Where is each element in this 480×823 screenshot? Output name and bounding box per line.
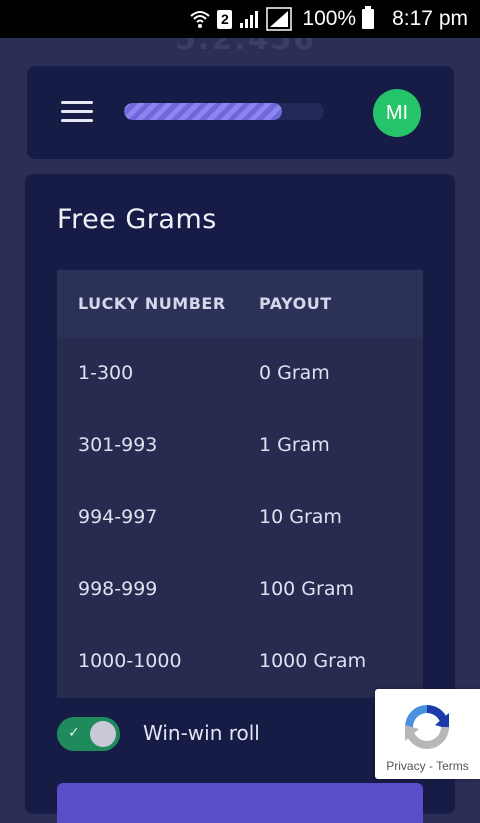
payout-cell: 1 Gram xyxy=(259,434,330,456)
table-header: LUCKY NUMBER PAYOUT xyxy=(57,270,423,337)
hamburger-menu-icon[interactable] xyxy=(61,100,93,124)
payout-cell: 1000 Gram xyxy=(259,650,367,672)
battery-icon xyxy=(362,6,375,29)
table-row: 998-999 100 Gram xyxy=(57,553,423,625)
payout-cell: 10 Gram xyxy=(259,506,342,528)
table-row: 301-993 1 Gram xyxy=(57,409,423,481)
status-bar: 2 100% 8:17 pm xyxy=(0,0,480,38)
toggle-knob xyxy=(90,721,116,747)
payout-cell: 100 Gram xyxy=(259,578,354,600)
payout-cell: 0 Gram xyxy=(259,362,330,384)
column-header-payout: PAYOUT xyxy=(259,294,332,313)
recaptcha-links: Privacy - Terms xyxy=(375,759,480,773)
signal-icon xyxy=(238,8,260,30)
wifi-icon xyxy=(189,8,211,30)
separator: - xyxy=(428,759,433,773)
sim-2-icon: 2 xyxy=(217,9,233,29)
roll-button[interactable] xyxy=(57,783,423,823)
win-win-roll-toggle[interactable]: ✓ xyxy=(57,717,120,751)
clock: 8:17 pm xyxy=(392,7,468,30)
recaptcha-logo-icon xyxy=(405,705,449,749)
lucky-number-cell: 1-300 xyxy=(78,362,134,384)
table-row: 1000-1000 1000 Gram xyxy=(57,625,423,697)
win-win-roll-label: Win-win roll xyxy=(143,721,260,745)
column-header-lucky-number: LUCKY NUMBER xyxy=(78,294,226,313)
check-icon: ✓ xyxy=(68,725,80,741)
battery-percentage: 100% xyxy=(302,7,357,30)
terms-link[interactable]: Terms xyxy=(436,759,469,773)
table-row: 994-997 10 Gram xyxy=(57,481,423,553)
recaptcha-badge[interactable]: Privacy - Terms xyxy=(375,689,480,779)
level-progress-bar xyxy=(124,103,324,120)
lucky-number-cell: 301-993 xyxy=(78,434,158,456)
lucky-number-cell: 998-999 xyxy=(78,578,158,600)
privacy-link[interactable]: Privacy xyxy=(386,759,425,773)
lucky-number-cell: 994-997 xyxy=(78,506,158,528)
payout-table: LUCKY NUMBER PAYOUT 1-300 0 Gram 301-993… xyxy=(57,270,423,698)
page-title: Free Grams xyxy=(57,204,217,235)
signal-icon xyxy=(266,7,293,31)
avatar[interactable]: MI xyxy=(373,89,421,137)
table-row: 1-300 0 Gram xyxy=(57,337,423,409)
top-header: MI xyxy=(27,66,454,159)
lucky-number-cell: 1000-1000 xyxy=(78,650,182,672)
level-progress-fill xyxy=(124,103,282,120)
